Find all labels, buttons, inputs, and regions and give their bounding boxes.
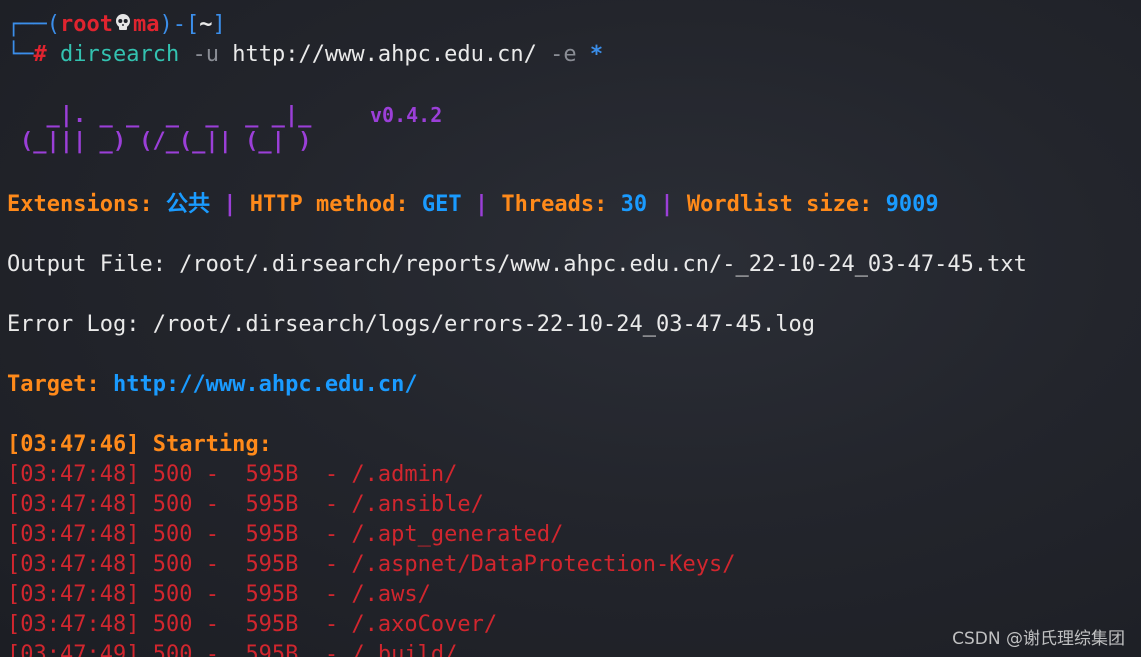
starting-time: [03:47:46] <box>7 432 140 457</box>
starting-line: [03:47:46] Starting: <box>7 430 272 460</box>
result-size: 595B <box>245 522 299 547</box>
result-time: [03:47:48] <box>7 552 140 577</box>
result-status: 500 <box>152 522 193 547</box>
result-row: [03:47:48] 500 - 595B - /.axoCover/ <box>7 612 498 637</box>
result-row: [03:47:48] 500 - 595B - /.ansible/ <box>7 492 484 517</box>
result-status: 500 <box>152 582 193 607</box>
result-status: 500 <box>152 612 193 637</box>
info-line: Extensions: 公共 | HTTP method: GET | Thre… <box>7 190 939 220</box>
result-path: /.axoCover/ <box>351 612 498 637</box>
http-method-label: HTTP method: <box>249 192 409 217</box>
extensions-value: 公共 <box>165 192 210 217</box>
result-time: [03:47:48] <box>7 612 140 637</box>
result-status: 500 <box>152 552 193 577</box>
extensions-label: Extensions: <box>7 192 153 217</box>
result-time: [03:47:48] <box>7 582 140 607</box>
command-flag-u: -u <box>192 42 219 67</box>
prompt-user: root <box>60 12 113 37</box>
result-time: [03:47:48] <box>7 462 140 487</box>
prompt-cwd: ~ <box>199 12 213 37</box>
info-separator: | <box>223 192 237 217</box>
threads-value: 30 <box>620 192 648 217</box>
result-size: 595B <box>245 642 299 657</box>
banner-ascii-line-1: _|. _ _ _ _ _ _|_ <box>20 103 312 128</box>
target-url: http://www.ahpc.edu.cn/ <box>112 372 418 397</box>
command-ext-arg: * <box>589 42 604 67</box>
result-size: 595B <box>245 492 299 517</box>
result-time: [03:47:48] <box>7 522 140 547</box>
result-row: [03:47:48] 500 - 595B - /.admin/ <box>7 462 458 487</box>
error-log-line: Error Log: /root/.dirsearch/logs/errors-… <box>7 312 815 337</box>
result-status: 500 <box>152 462 193 487</box>
target-line: Target: http://www.ahpc.edu.cn/ <box>7 370 418 400</box>
terminal-window[interactable]: ┌──(root ma)-[~] └─# dirsearch -u http://… <box>0 0 1141 657</box>
result-time: [03:47:49] <box>7 642 140 657</box>
command-url-arg: http://www.ahpc.edu.cn/ <box>232 42 537 67</box>
result-path: /.apt_generated/ <box>351 522 564 547</box>
prompt-corner-top: ┌── <box>7 12 47 37</box>
result-size: 595B <box>245 462 299 487</box>
result-path: /.aws/ <box>351 582 431 607</box>
info-separator: | <box>474 192 489 217</box>
banner-ascii-line-2: (_||| _) (/_(_|| (_| ) <box>20 129 312 154</box>
prompt-open-paren: ( <box>46 12 60 37</box>
result-row: [03:47:48] 500 - 595B - /.aspnet/DataPro… <box>7 552 736 577</box>
wordlist-label: Wordlist size: <box>686 192 873 217</box>
result-row: [03:47:48] 500 - 595B - /.apt_generated/ <box>7 522 564 547</box>
result-path: /.ansible/ <box>351 492 484 517</box>
prompt-close-paren: )-[ <box>159 12 200 37</box>
result-row: [03:47:49] 500 - 595B - /.build/ <box>7 640 457 657</box>
prompt-corner-bottom: └─ <box>7 42 34 67</box>
prompt-host: ma <box>132 12 160 37</box>
result-size: 595B <box>245 582 299 607</box>
http-method-value: GET <box>421 192 462 217</box>
result-row: [03:47:48] 500 - 595B - /.aws/ <box>7 582 431 607</box>
output-file-line: Output File: /root/.dirsearch/reports/ww… <box>7 252 1027 277</box>
command-flag-e: -e <box>550 42 577 67</box>
info-separator: | <box>660 192 674 217</box>
csdn-watermark: CSDN @谢氏理综集团 <box>952 629 1125 649</box>
result-path: /.admin/ <box>351 462 458 487</box>
result-size: 595B <box>245 612 299 637</box>
result-time: [03:47:48] <box>7 492 140 517</box>
result-size: 595B <box>245 552 299 577</box>
prompt-line-2: └─# dirsearch -u http://www.ahpc.edu.cn/… <box>7 40 603 70</box>
result-path: /.build/ <box>351 642 458 657</box>
wordlist-value: 9009 <box>885 192 939 217</box>
command-name: dirsearch <box>60 42 180 67</box>
skull-icon <box>115 14 130 30</box>
prompt-hash: # <box>33 42 47 67</box>
prompt-close-bracket: ] <box>212 12 226 37</box>
result-status: 500 <box>152 642 193 657</box>
threads-label: Threads: <box>501 192 608 217</box>
starting-label: Starting: <box>152 432 272 457</box>
target-label: Target: <box>7 372 100 397</box>
result-path: /.aspnet/DataProtection-Keys/ <box>351 552 736 577</box>
banner-version: v0.4.2 <box>370 103 443 127</box>
prompt-line-1: ┌──(root ma)-[~] <box>7 10 226 40</box>
result-status: 500 <box>152 492 193 517</box>
